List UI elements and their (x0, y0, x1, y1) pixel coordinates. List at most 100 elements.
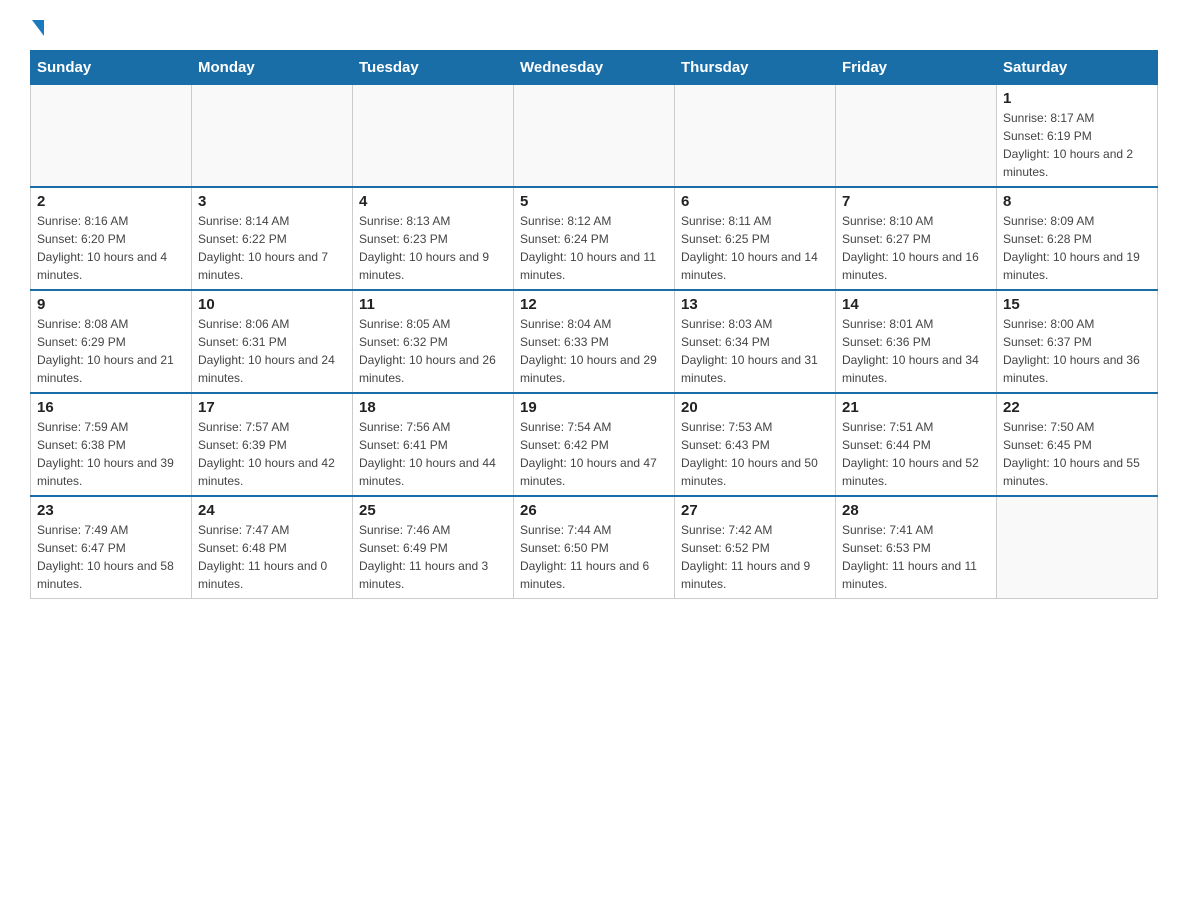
calendar-day-cell: 11 Sunrise: 8:05 AM Sunset: 6:32 PM Dayli… (353, 290, 514, 393)
day-info: Sunrise: 8:11 AM Sunset: 6:25 PM Dayligh… (681, 212, 829, 284)
page-header (30, 20, 1158, 40)
calendar-day-cell: 18 Sunrise: 7:56 AM Sunset: 6:41 PM Dayli… (353, 393, 514, 496)
day-number: 10 (198, 296, 346, 313)
day-number: 1 (1003, 90, 1151, 107)
calendar-day-cell: 15 Sunrise: 8:00 AM Sunset: 6:37 PM Dayli… (997, 290, 1158, 393)
calendar-week-row: 2 Sunrise: 8:16 AM Sunset: 6:20 PM Daylig… (31, 187, 1158, 290)
calendar-day-cell (675, 85, 836, 188)
day-number: 28 (842, 502, 990, 519)
day-number: 15 (1003, 296, 1151, 313)
calendar-day-cell: 19Sunrise: 7:54 AM Sunset: 6:42 PM Dayli… (514, 393, 675, 496)
day-info: Sunrise: 8:00 AM Sunset: 6:37 PM Dayligh… (1003, 315, 1151, 387)
calendar-day-cell (514, 85, 675, 188)
day-number: 12 (520, 296, 668, 313)
calendar-day-cell: 23Sunrise: 7:49 AM Sunset: 6:47 PM Dayli… (31, 496, 192, 599)
day-info: Sunrise: 7:41 AM Sunset: 6:53 PM Dayligh… (842, 521, 990, 593)
calendar-day-cell: 24 Sunrise: 7:47 AM Sunset: 6:48 PM Dayli… (192, 496, 353, 599)
calendar-day-cell: 13 Sunrise: 8:03 AM Sunset: 6:34 PM Dayli… (675, 290, 836, 393)
calendar-day-cell (836, 85, 997, 188)
calendar-day-cell: 10 Sunrise: 8:06 AM Sunset: 6:31 PM Dayli… (192, 290, 353, 393)
day-info: Sunrise: 8:10 AM Sunset: 6:27 PM Dayligh… (842, 212, 990, 284)
day-of-week-header: Friday (836, 51, 997, 85)
day-number: 4 (359, 193, 507, 210)
calendar-day-cell: 1 Sunrise: 8:17 AM Sunset: 6:19 PM Daylig… (997, 85, 1158, 188)
calendar-day-cell: 14 Sunrise: 8:01 AM Sunset: 6:36 PM Dayli… (836, 290, 997, 393)
day-number: 5 (520, 193, 668, 210)
day-number: 20 (681, 399, 829, 416)
calendar-day-cell: 21 Sunrise: 7:51 AM Sunset: 6:44 PM Dayli… (836, 393, 997, 496)
day-number: 25 (359, 502, 507, 519)
calendar-day-cell: 6 Sunrise: 8:11 AM Sunset: 6:25 PM Daylig… (675, 187, 836, 290)
day-info: Sunrise: 8:16 AM Sunset: 6:20 PM Dayligh… (37, 212, 185, 284)
day-info: Sunrise: 7:56 AM Sunset: 6:41 PM Dayligh… (359, 418, 507, 490)
day-info: Sunrise: 7:46 AM Sunset: 6:49 PM Dayligh… (359, 521, 507, 593)
day-number: 7 (842, 193, 990, 210)
day-number: 21 (842, 399, 990, 416)
day-info: Sunrise: 8:04 AM Sunset: 6:33 PM Dayligh… (520, 315, 668, 387)
day-of-week-header: Monday (192, 51, 353, 85)
calendar-header: SundayMondayTuesdayWednesdayThursdayFrid… (31, 51, 1158, 85)
day-info: Sunrise: 8:17 AM Sunset: 6:19 PM Dayligh… (1003, 109, 1151, 181)
calendar-day-cell: 4 Sunrise: 8:13 AM Sunset: 6:23 PM Daylig… (353, 187, 514, 290)
day-info: Sunrise: 8:12 AM Sunset: 6:24 PM Dayligh… (520, 212, 668, 284)
day-info: Sunrise: 8:01 AM Sunset: 6:36 PM Dayligh… (842, 315, 990, 387)
calendar-day-cell: 16Sunrise: 7:59 AM Sunset: 6:38 PM Dayli… (31, 393, 192, 496)
day-info: Sunrise: 7:54 AM Sunset: 6:42 PM Dayligh… (520, 418, 668, 490)
calendar-day-cell: 27 Sunrise: 7:42 AM Sunset: 6:52 PM Dayli… (675, 496, 836, 599)
day-info: Sunrise: 7:51 AM Sunset: 6:44 PM Dayligh… (842, 418, 990, 490)
day-number: 18 (359, 399, 507, 416)
day-number: 2 (37, 193, 185, 210)
day-headers-row: SundayMondayTuesdayWednesdayThursdayFrid… (31, 51, 1158, 85)
logo-arrow-icon (32, 20, 44, 36)
day-number: 8 (1003, 193, 1151, 210)
calendar-day-cell: 20 Sunrise: 7:53 AM Sunset: 6:43 PM Dayli… (675, 393, 836, 496)
calendar-day-cell: 12 Sunrise: 8:04 AM Sunset: 6:33 PM Dayli… (514, 290, 675, 393)
day-of-week-header: Wednesday (514, 51, 675, 85)
calendar-day-cell: 3 Sunrise: 8:14 AM Sunset: 6:22 PM Daylig… (192, 187, 353, 290)
calendar-body: 1 Sunrise: 8:17 AM Sunset: 6:19 PM Daylig… (31, 85, 1158, 599)
day-of-week-header: Sunday (31, 51, 192, 85)
logo (30, 20, 58, 40)
calendar-day-cell: 8 Sunrise: 8:09 AM Sunset: 6:28 PM Daylig… (997, 187, 1158, 290)
calendar-day-cell: 17Sunrise: 7:57 AM Sunset: 6:39 PM Dayli… (192, 393, 353, 496)
calendar-day-cell (353, 85, 514, 188)
day-info: Sunrise: 7:50 AM Sunset: 6:45 PM Dayligh… (1003, 418, 1151, 490)
calendar-day-cell: 2 Sunrise: 8:16 AM Sunset: 6:20 PM Daylig… (31, 187, 192, 290)
day-info: Sunrise: 7:47 AM Sunset: 6:48 PM Dayligh… (198, 521, 346, 593)
calendar-day-cell (31, 85, 192, 188)
day-of-week-header: Saturday (997, 51, 1158, 85)
calendar-day-cell: 5 Sunrise: 8:12 AM Sunset: 6:24 PM Daylig… (514, 187, 675, 290)
day-info: Sunrise: 8:13 AM Sunset: 6:23 PM Dayligh… (359, 212, 507, 284)
day-info: Sunrise: 8:05 AM Sunset: 6:32 PM Dayligh… (359, 315, 507, 387)
day-info: Sunrise: 7:42 AM Sunset: 6:52 PM Dayligh… (681, 521, 829, 593)
calendar-day-cell: 22 Sunrise: 7:50 AM Sunset: 6:45 PM Dayli… (997, 393, 1158, 496)
calendar-day-cell: 25 Sunrise: 7:46 AM Sunset: 6:49 PM Dayli… (353, 496, 514, 599)
calendar-week-row: 1 Sunrise: 8:17 AM Sunset: 6:19 PM Daylig… (31, 85, 1158, 188)
day-number: 27 (681, 502, 829, 519)
calendar-week-row: 16Sunrise: 7:59 AM Sunset: 6:38 PM Dayli… (31, 393, 1158, 496)
calendar-day-cell: 9Sunrise: 8:08 AM Sunset: 6:29 PM Daylig… (31, 290, 192, 393)
calendar-table: SundayMondayTuesdayWednesdayThursdayFrid… (30, 50, 1158, 599)
day-number: 6 (681, 193, 829, 210)
day-number: 13 (681, 296, 829, 313)
day-number: 26 (520, 502, 668, 519)
day-info: Sunrise: 7:53 AM Sunset: 6:43 PM Dayligh… (681, 418, 829, 490)
calendar-week-row: 23Sunrise: 7:49 AM Sunset: 6:47 PM Dayli… (31, 496, 1158, 599)
calendar-day-cell: 28 Sunrise: 7:41 AM Sunset: 6:53 PM Dayli… (836, 496, 997, 599)
day-info: Sunrise: 8:09 AM Sunset: 6:28 PM Dayligh… (1003, 212, 1151, 284)
day-number: 24 (198, 502, 346, 519)
day-info: Sunrise: 7:57 AM Sunset: 6:39 PM Dayligh… (198, 418, 346, 490)
day-number: 3 (198, 193, 346, 210)
day-info: Sunrise: 8:03 AM Sunset: 6:34 PM Dayligh… (681, 315, 829, 387)
day-number: 22 (1003, 399, 1151, 416)
day-of-week-header: Thursday (675, 51, 836, 85)
day-of-week-header: Tuesday (353, 51, 514, 85)
calendar-day-cell (192, 85, 353, 188)
day-info: Sunrise: 8:14 AM Sunset: 6:22 PM Dayligh… (198, 212, 346, 284)
day-number: 14 (842, 296, 990, 313)
day-number: 11 (359, 296, 507, 313)
calendar-day-cell: 26 Sunrise: 7:44 AM Sunset: 6:50 PM Dayli… (514, 496, 675, 599)
day-number: 9 (37, 296, 185, 313)
day-info: Sunrise: 8:06 AM Sunset: 6:31 PM Dayligh… (198, 315, 346, 387)
day-info: Sunrise: 7:44 AM Sunset: 6:50 PM Dayligh… (520, 521, 668, 593)
